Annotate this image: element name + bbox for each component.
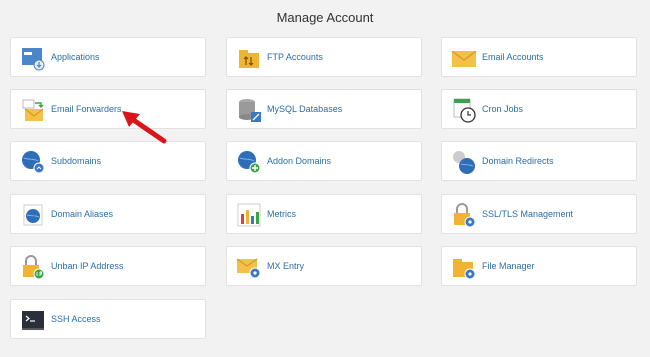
unban-ip-card[interactable]: Unban IP Address [10,246,206,286]
ftp-accounts-icon [236,45,262,71]
subdomains-card[interactable]: Subdomains [10,141,206,181]
metrics-icon [236,202,262,228]
ssh-access-icon [20,307,46,333]
ftp-accounts-label: FTP Accounts [267,52,323,62]
subdomains-icon [20,149,46,175]
email-forwarders-icon [20,97,46,123]
domain-redirects-icon [451,149,477,175]
ssl-tls-card[interactable]: SSL/TLS Management [441,194,637,234]
cron-jobs-label: Cron Jobs [482,104,524,114]
file-manager-label: File Manager [482,261,535,271]
domain-aliases-icon [20,202,46,228]
file-manager-card[interactable]: File Manager [441,246,637,286]
mx-entry-card[interactable]: MX Entry [226,246,422,286]
cron-jobs-card[interactable]: Cron Jobs [441,89,637,129]
domain-aliases-card[interactable]: Domain Aliases [10,194,206,234]
email-accounts-label: Email Accounts [482,52,544,62]
addon-domains-icon [236,149,262,175]
subdomains-label: Subdomains [51,156,102,166]
addon-domains-card[interactable]: Addon Domains [226,141,422,181]
domain-redirects-card[interactable]: Domain Redirects [441,141,637,181]
mysql-databases-label: MySQL Databases [267,104,343,114]
domain-aliases-label: Domain Aliases [51,209,114,219]
file-manager-icon [451,254,477,280]
email-accounts-icon [451,45,477,71]
unban-ip-icon [20,254,46,280]
mx-entry-label: MX Entry [267,261,305,271]
unban-ip-label: Unban IP Address [51,261,124,271]
email-forwarders-card[interactable]: Email Forwarders [10,89,206,129]
domain-redirects-label: Domain Redirects [482,156,554,166]
applications-icon [20,45,46,71]
metrics-label: Metrics [267,209,296,219]
ssl-tls-label: SSL/TLS Management [482,209,574,219]
page-title: Manage Account [276,10,374,25]
ssh-access-label: SSH Access [51,314,101,324]
email-accounts-card[interactable]: Email Accounts [441,37,637,77]
metrics-card[interactable]: Metrics [226,194,422,234]
ssl-tls-icon [451,202,477,228]
mx-entry-icon [236,254,262,280]
email-forwarders-label: Email Forwarders [51,104,122,114]
addon-domains-label: Addon Domains [267,156,332,166]
cron-jobs-icon [451,97,477,123]
ssh-access-card[interactable]: SSH Access [10,299,206,339]
applications-card[interactable]: Applications [10,37,206,77]
applications-label: Applications [51,52,100,62]
mysql-databases-icon [236,97,262,123]
ftp-accounts-card[interactable]: FTP Accounts [226,37,422,77]
mysql-databases-card[interactable]: MySQL Databases [226,89,422,129]
